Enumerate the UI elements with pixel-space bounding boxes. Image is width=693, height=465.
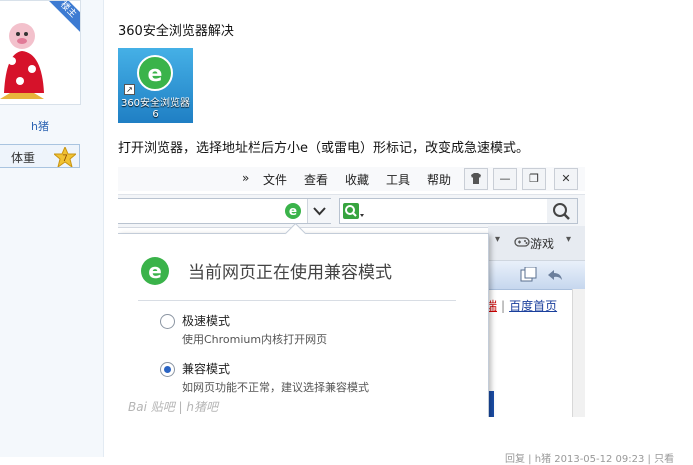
minimize-button[interactable]: — <box>493 168 517 190</box>
compat-mode-radio[interactable] <box>160 362 175 377</box>
menu-file[interactable]: 文件 <box>263 171 287 188</box>
menu-tools[interactable]: 工具 <box>386 171 410 188</box>
skin-button[interactable] <box>464 168 488 190</box>
compat-mode-desc: 如网页功能不正常，建议选择兼容模式 <box>182 381 369 394</box>
minimize-icon: — <box>499 172 511 185</box>
popup-divider <box>138 300 456 301</box>
games-dropdown-icon[interactable]: ▾ <box>566 234 571 245</box>
weight-badge[interactable]: 体重 7 <box>0 144 80 168</box>
speed-mode-desc: 使用Chromium内核打开网页 <box>182 333 328 346</box>
games-button[interactable]: 游戏 <box>530 235 554 252</box>
menu-more-chevron[interactable]: » <box>242 171 249 185</box>
close-icon: ✕ <box>561 172 571 185</box>
radio-selected-dot <box>164 366 171 373</box>
baidu-tieba-watermark: Bai 贴吧 | h猪吧 <box>128 400 219 414</box>
page-behind-popup: ▾ 游戏 ▾ 端 | 百度首页 <box>485 226 585 417</box>
shortcut-arrow-icon: ↗ <box>124 84 135 95</box>
popup-title: 当前网页正在使用兼容模式 <box>188 263 392 283</box>
author-panel: 楼主 h猪 体重 7 <box>0 0 104 457</box>
restore-icon: ❐ <box>529 172 539 185</box>
username[interactable]: h猪 <box>0 118 80 134</box>
search-engine-icon[interactable] <box>343 203 365 219</box>
compat-mode-title[interactable]: 兼容模式 <box>182 360 230 377</box>
nav-links: 端 | 百度首页 <box>485 299 558 313</box>
svg-text:e: e <box>289 204 297 218</box>
level-star-icon: 7 <box>54 147 76 167</box>
post-body-text: 打开浏览器，选择地址栏后方小e（或雷电）形标记，改变成急速模式。 <box>118 141 529 156</box>
compat-mode-ie-icon-large: e <box>141 257 169 285</box>
speed-mode-radio[interactable] <box>160 314 175 329</box>
magnifier-icon <box>553 203 570 220</box>
new-window-icon[interactable] <box>520 267 538 283</box>
speed-mode-title[interactable]: 极速模式 <box>182 312 230 329</box>
nav-link-baidu-home[interactable]: 百度首页 <box>509 299 557 313</box>
shirt-icon <box>471 173 481 184</box>
search-button[interactable] <box>547 198 578 224</box>
svg-text:e: e <box>148 259 162 283</box>
avatar[interactable]: 楼主 <box>0 0 81 105</box>
tab-dropdown-icon[interactable]: ▾ <box>495 234 500 245</box>
tab-strip: ▾ 游戏 ▾ <box>488 226 585 261</box>
close-button[interactable]: ✕ <box>554 168 578 190</box>
url-input[interactable]: e <box>118 198 331 224</box>
chevron-down-icon <box>313 207 326 216</box>
compat-mode-popup: e 当前网页正在使用兼容模式 极速模式 使用Chromium内核打开网页 兼容模… <box>118 222 489 417</box>
page-scrollbar[interactable] <box>572 289 585 417</box>
search-input[interactable] <box>339 198 549 224</box>
post-footer-meta: 回复 | h猪 2013-05-12 09:23 | 只看 <box>505 454 675 465</box>
address-bar: e <box>118 194 585 228</box>
page-toolbar <box>488 261 585 290</box>
desktop-shortcut-icon: e ↗ 360安全浏览器6 <box>118 48 193 123</box>
menu-view[interactable]: 查看 <box>304 171 328 188</box>
browser-menubar: » 文件 查看 收藏 工具 帮助 — ❐ ✕ <box>118 167 585 191</box>
menu-favorites[interactable]: 收藏 <box>345 171 369 188</box>
gamepad-icon <box>514 237 530 247</box>
svg-text:e: e <box>148 62 163 87</box>
compat-mode-ie-icon[interactable]: e <box>284 202 302 220</box>
post-title: 360安全浏览器解决 <box>118 24 234 39</box>
embedded-browser-screenshot: » 文件 查看 收藏 工具 帮助 — ❐ ✕ e ▾ 游戏 ▾ 端 | 百度首页… <box>118 167 585 417</box>
restore-button[interactable]: ❐ <box>522 168 546 190</box>
level-number: 7 <box>62 154 68 164</box>
desktop-icon-label: 360安全浏览器6 <box>120 98 191 120</box>
menu-help[interactable]: 帮助 <box>427 171 451 188</box>
weight-label: 体重 <box>11 151 36 165</box>
url-dropdown-button[interactable] <box>307 199 331 223</box>
back-arrow-icon[interactable] <box>546 267 564 283</box>
